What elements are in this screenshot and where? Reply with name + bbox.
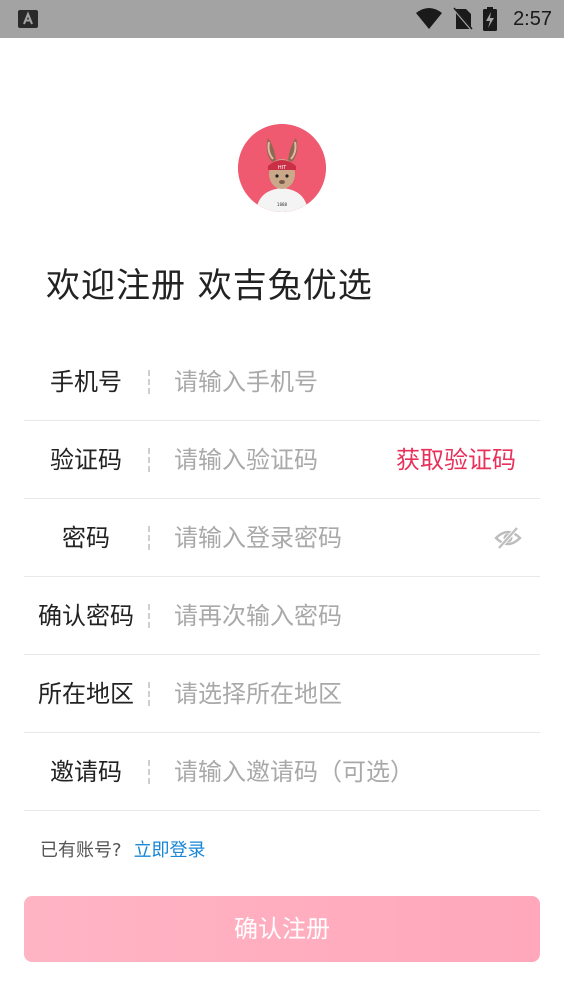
eye-hidden-icon[interactable] <box>494 524 522 552</box>
invite-code-row: 邀请码 <box>24 733 540 811</box>
verify-code-row: 验证码 获取验证码 <box>24 421 540 499</box>
get-code-button[interactable]: 获取验证码 <box>396 421 516 499</box>
field-divider <box>148 682 150 706</box>
confirm-password-label: 确认密码 <box>38 602 134 630</box>
login-link[interactable]: 立即登录 <box>134 840 206 861</box>
status-time: 2:57 <box>513 7 552 30</box>
login-hint: 已有账号? <box>40 840 122 861</box>
confirm-password-input[interactable] <box>174 594 474 638</box>
svg-text:HIT: HIT <box>278 165 287 171</box>
no-sim-icon <box>453 7 474 31</box>
field-divider <box>148 526 150 550</box>
phone-label: 手机号 <box>50 368 122 396</box>
field-divider <box>148 604 150 628</box>
confirm-register-button[interactable]: 确认注册 <box>24 896 540 962</box>
invite-code-label: 邀请码 <box>50 758 122 786</box>
region-select[interactable] <box>174 672 474 716</box>
field-divider <box>148 370 150 394</box>
phone-input[interactable] <box>174 360 474 404</box>
login-prompt: 已有账号? 立即登录 <box>40 836 206 862</box>
verify-code-input[interactable] <box>174 438 384 482</box>
svg-text:1888: 1888 <box>277 202 288 207</box>
wifi-icon <box>416 8 443 29</box>
phone-row: 手机号 <box>24 343 540 421</box>
welcome-title: 欢迎注册 欢吉兔优选 <box>46 266 373 306</box>
app-logo-avatar: HIT 1888 <box>238 124 326 212</box>
app-notification-icon <box>18 10 38 28</box>
verify-code-label: 验证码 <box>50 446 122 474</box>
password-label: 密码 <box>62 524 110 552</box>
field-divider <box>148 760 150 784</box>
confirm-password-row: 确认密码 <box>24 577 540 655</box>
battery-charging-icon <box>483 7 498 31</box>
invite-code-input[interactable] <box>174 750 474 794</box>
password-row: 密码 <box>24 499 540 577</box>
rabbit-mascot-logo: HIT 1888 <box>238 124 326 212</box>
region-label: 所在地区 <box>38 680 134 708</box>
register-form: 手机号 验证码 获取验证码 密码 确认密码 所在地区 邀请码 <box>24 343 540 811</box>
status-bar: 2:57 <box>0 0 564 38</box>
region-row: 所在地区 <box>24 655 540 733</box>
field-divider <box>148 448 150 472</box>
password-input[interactable] <box>174 516 474 560</box>
